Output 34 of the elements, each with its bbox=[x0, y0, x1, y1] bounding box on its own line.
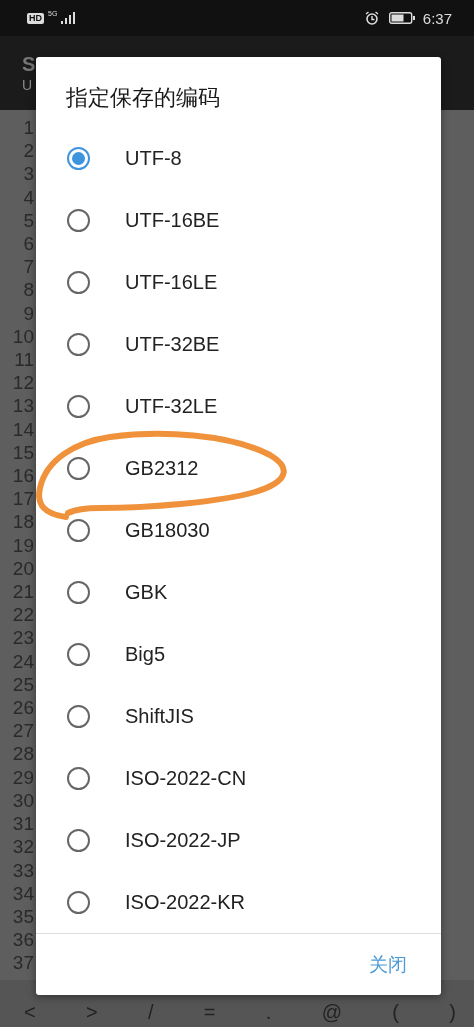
option-label[interactable]: GB18030 bbox=[125, 518, 210, 542]
option-label[interactable]: Big5 bbox=[125, 642, 166, 666]
radio-button[interactable] bbox=[67, 704, 90, 728]
option-label[interactable]: GB2312 bbox=[125, 456, 199, 480]
radio-button[interactable] bbox=[67, 394, 90, 418]
radio-button[interactable] bbox=[67, 332, 90, 356]
radio-button[interactable] bbox=[67, 208, 90, 232]
app-title: S bbox=[22, 52, 37, 76]
option-label[interactable]: ISO-2022-KR bbox=[125, 890, 246, 914]
option-label[interactable]: UTF-32BE bbox=[125, 332, 220, 356]
app-subtitle: U bbox=[22, 76, 34, 94]
dialog-title: 指定保存的编码 bbox=[65, 84, 221, 112]
option-label[interactable]: UTF-32LE bbox=[125, 394, 218, 418]
hd-indicator: HD bbox=[27, 12, 44, 24]
signal-icon bbox=[61, 12, 76, 24]
radio-button[interactable] bbox=[67, 766, 90, 790]
radio-button[interactable] bbox=[67, 828, 90, 852]
radio-button[interactable] bbox=[67, 890, 90, 914]
radio-button[interactable] bbox=[67, 580, 90, 604]
option-label[interactable]: UTF-16BE bbox=[125, 208, 220, 232]
radio-button[interactable] bbox=[67, 642, 90, 666]
radio-button[interactable] bbox=[67, 518, 90, 542]
radio-button[interactable] bbox=[67, 456, 90, 480]
option-label[interactable]: UTF-8 bbox=[125, 146, 182, 170]
option-label[interactable]: ISO-2022-JP bbox=[125, 828, 241, 852]
clock-time: 6:37 bbox=[422, 9, 452, 27]
option-label[interactable]: ISO-2022-CN bbox=[125, 766, 247, 790]
radio-button[interactable] bbox=[67, 270, 90, 294]
battery-icon bbox=[388, 12, 415, 24]
option-label[interactable]: UTF-16LE bbox=[125, 270, 218, 294]
alarm-icon bbox=[364, 11, 379, 25]
radio-button[interactable] bbox=[67, 146, 90, 170]
option-label[interactable]: GBK bbox=[125, 580, 168, 604]
option-label[interactable]: ShiftJIS bbox=[125, 704, 194, 728]
